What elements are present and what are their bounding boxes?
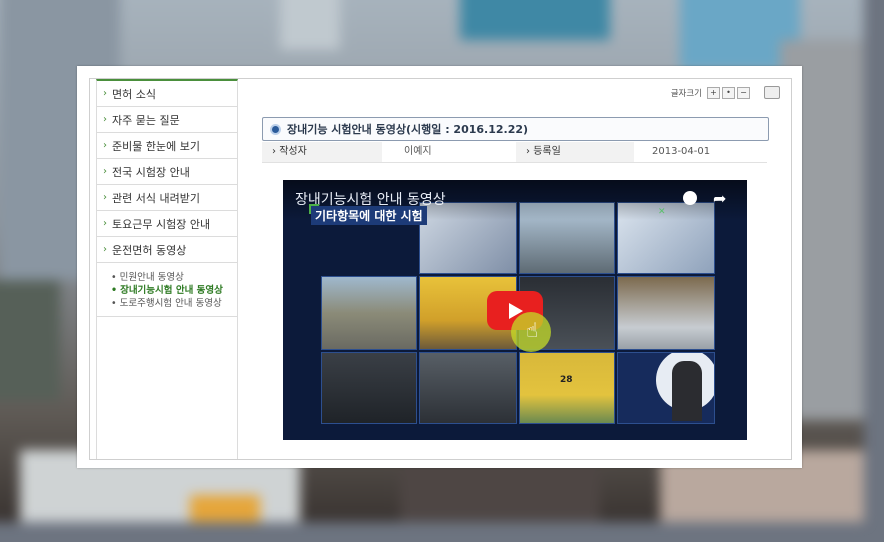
- sidebar-item-label: 자주 묻는 질문: [112, 113, 180, 127]
- font-size-toolbar: 글자크기 + • −: [671, 86, 780, 99]
- submenu-item-label: 도로주행시험 안내 동영상: [119, 298, 222, 309]
- hand-cursor-icon: ☝: [526, 318, 539, 342]
- main-content: 글자크기 + • − 장내기능 시험안내 동영상(시행일 : 2016.12.2…: [262, 79, 780, 459]
- video-tile: [617, 352, 715, 424]
- chevron-right-icon: ›: [103, 114, 107, 125]
- sidebar-item-label: 토요근무 시험장 안내: [112, 217, 211, 231]
- video-player[interactable]: 28 장내기능시험 안내 동영상 기타항목에 대한 시험 ✕ ➦ ☝: [283, 180, 747, 440]
- date-value: 2013-04-01: [652, 146, 711, 157]
- submenu-item-course-test[interactable]: • 장내기능시험 안내 동영상: [111, 284, 237, 297]
- date-label-text: 등록일: [533, 146, 561, 157]
- author-value: 이예지: [404, 146, 432, 157]
- screenshot-frame: › 면허 소식 › 자주 묻는 질문 › 준비물 한눈에 보기 › 전국 시험장 안내 …: [77, 66, 802, 468]
- sidebar-item-checklist[interactable]: › 준비물 한눈에 보기: [97, 133, 237, 159]
- share-icon[interactable]: ➦: [713, 189, 726, 208]
- sidebar-item-test-centers[interactable]: › 전국 시험장 안내: [97, 159, 237, 185]
- video-tile: [617, 276, 715, 350]
- sidebar-item-label: 전국 시험장 안내: [112, 165, 190, 179]
- font-reset-button[interactable]: •: [722, 86, 735, 99]
- video-tile: [419, 352, 517, 424]
- sidebar-item-videos[interactable]: › 운전면허 동영상: [97, 237, 237, 263]
- chevron-right-icon: ›: [103, 166, 107, 177]
- sidebar-item-faq[interactable]: › 자주 묻는 질문: [97, 107, 237, 133]
- video-tile: [321, 276, 417, 350]
- article-meta: › 작성자 이예지 › 등록일 2013-04-01: [262, 142, 767, 163]
- submenu-item-road-test[interactable]: • 도로주행시험 안내 동영상: [111, 297, 237, 310]
- submenu-item-civil[interactable]: • 민원안내 동영상: [111, 271, 237, 284]
- page-content: › 면허 소식 › 자주 묻는 질문 › 준비물 한눈에 보기 › 전국 시험장 안내 …: [89, 78, 792, 460]
- sidebar-item-label: 관련 서식 내려받기: [112, 191, 200, 205]
- sidebar-item-forms[interactable]: › 관련 서식 내려받기: [97, 185, 237, 211]
- title-bullet-icon: [270, 123, 281, 135]
- chevron-right-icon: ›: [103, 88, 107, 99]
- date-label: › 등록일: [516, 142, 634, 162]
- video-tile: 28: [519, 352, 615, 424]
- author-label: › 작성자: [262, 142, 382, 162]
- author-label-text: 작성자: [279, 146, 307, 157]
- font-decrease-button[interactable]: −: [737, 86, 750, 99]
- article-title: 장내기능 시험안내 동영상(시행일 : 2016.12.22): [287, 123, 529, 136]
- article-title-bar: 장내기능 시험안내 동영상(시행일 : 2016.12.22): [262, 117, 769, 141]
- font-increase-button[interactable]: +: [707, 86, 720, 99]
- interpreter-figure: [672, 361, 702, 421]
- video-subtitle: 기타항목에 대한 시험: [311, 206, 427, 225]
- sidebar-item-label: 운전면허 동영상: [112, 243, 187, 257]
- submenu-item-label: 장내기능시험 안내 동영상: [120, 285, 223, 296]
- font-size-label: 글자크기: [670, 88, 702, 99]
- logo-icon: ✕: [658, 207, 666, 217]
- sidebar-item-license-news[interactable]: › 면허 소식: [97, 81, 237, 107]
- sidebar-submenu: • 민원안내 동영상 • 장내기능시험 안내 동영상 • 도로주행시험 안내 동영상: [97, 263, 237, 317]
- video-tile: [321, 352, 417, 424]
- bullet-icon: •: [111, 272, 117, 283]
- sidebar-item-label: 준비물 한눈에 보기: [112, 139, 200, 153]
- chevron-right-icon: ›: [103, 244, 107, 255]
- sidebar: › 면허 소식 › 자주 묻는 질문 › 준비물 한눈에 보기 › 전국 시험장 안내 …: [96, 79, 238, 459]
- bullet-icon: •: [111, 285, 118, 296]
- chevron-right-icon: ›: [103, 140, 107, 151]
- sidebar-item-label: 면허 소식: [112, 87, 156, 101]
- taxi-number: 28: [560, 375, 573, 385]
- chevron-right-icon: ›: [103, 218, 107, 229]
- bullet-icon: •: [111, 298, 117, 309]
- chevron-right-icon: ›: [103, 192, 107, 203]
- submenu-item-label: 민원안내 동영상: [119, 272, 184, 283]
- print-icon[interactable]: [764, 86, 780, 99]
- sidebar-item-saturday[interactable]: › 토요근무 시험장 안내: [97, 211, 237, 237]
- watch-later-icon[interactable]: [683, 191, 697, 205]
